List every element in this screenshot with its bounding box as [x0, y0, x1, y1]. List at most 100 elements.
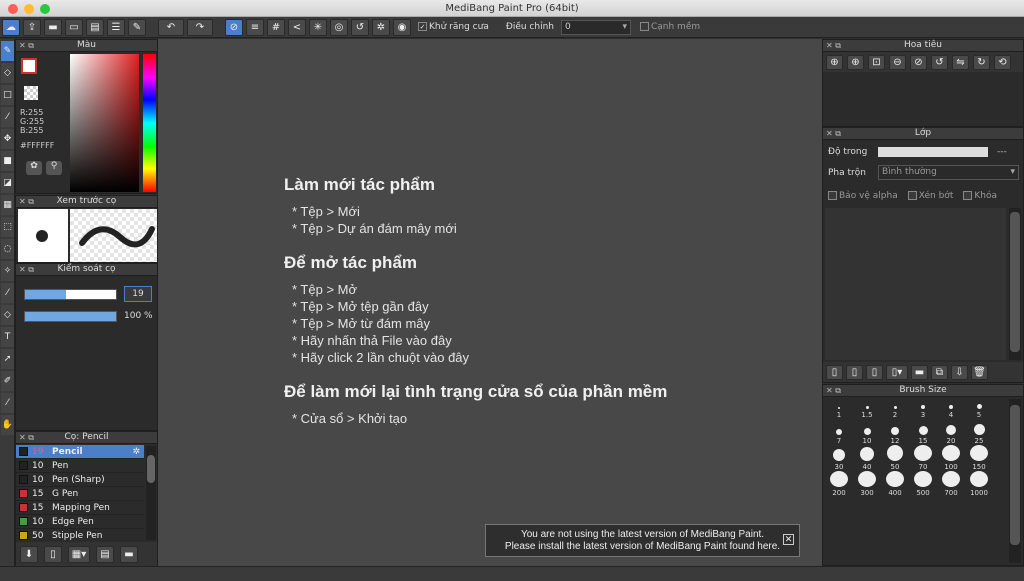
text-tool-icon[interactable]: T [1, 327, 14, 347]
brush-size-option[interactable]: 300 [853, 471, 881, 497]
new-halftone-layer-icon[interactable]: ▯ [846, 364, 863, 380]
blend-mode-select[interactable]: Bình thường [878, 165, 1019, 180]
hue-slider[interactable] [143, 54, 156, 192]
brush-size-option[interactable]: 15 [909, 419, 937, 445]
zoom-reset-icon[interactable]: ⊘ [910, 54, 927, 70]
fit-window-icon[interactable]: ⊡ [868, 54, 885, 70]
zoom-in-icon[interactable]: ⊕ [826, 54, 843, 70]
canvas-area[interactable]: Làm mới tác phẩm * Tệp > Mới * Tệp > Dự … [158, 39, 822, 566]
grid-snap-icon[interactable]: # [267, 18, 285, 36]
checkbox-icon[interactable] [639, 22, 649, 31]
divide-tool-icon[interactable]: ✐ [1, 371, 14, 391]
zoom-fit-icon[interactable]: ⊕ [847, 54, 864, 70]
lock-toggle[interactable]: Khóa [963, 191, 997, 201]
reset-view-icon[interactable]: ⟲ [994, 54, 1011, 70]
bucket-tool-icon[interactable]: ◪ [1, 173, 14, 193]
checkbox-icon[interactable]: ✓ [418, 22, 427, 31]
brush-size-option[interactable]: 25 [965, 419, 993, 445]
edit-icon[interactable]: ✎ [128, 18, 146, 36]
delete-layer-icon[interactable]: 🗑 [971, 364, 988, 380]
duplicate-layer-icon[interactable]: ⧉ [931, 364, 948, 380]
layer-opacity-slider[interactable] [878, 147, 988, 157]
brush-list-item[interactable]: 10 Pen [16, 459, 144, 473]
zoom-out-icon[interactable]: ⊖ [889, 54, 906, 70]
saturation-value-picker[interactable] [70, 54, 139, 192]
eyedropper-tool-icon[interactable]: ⁄ [1, 393, 14, 413]
close-icon[interactable]: ✕ ⧉ [826, 385, 841, 396]
cloud-icon[interactable]: ☁ [2, 18, 20, 36]
brush-size-option[interactable]: 400 [881, 471, 909, 497]
brush-size-option[interactable]: 150 [965, 445, 993, 471]
brush-size-option[interactable]: 1 [825, 399, 853, 419]
brush-size-option[interactable]: 700 [937, 471, 965, 497]
flip-icon[interactable]: ⇋ [952, 54, 969, 70]
close-icon[interactable]: ✕ ⧉ [826, 128, 841, 139]
brush-list-item[interactable]: 15 G Pen [16, 487, 144, 501]
redo-icon[interactable]: ↷ [187, 18, 213, 36]
document-icon[interactable]: ▤ [86, 18, 104, 36]
settings-snap-icon[interactable]: ✲ [372, 18, 390, 36]
protect-alpha-toggle[interactable]: Bảo vệ alpha [828, 191, 898, 201]
update-notice[interactable]: You are not using the latest version of … [485, 524, 800, 557]
close-icon[interactable]: ✕ ⧉ [19, 40, 34, 51]
brush-tool-icon[interactable]: ⁄ [1, 107, 14, 127]
select-eraser-tool-icon[interactable]: ◇ [1, 305, 14, 325]
brush-size-option[interactable]: 70 [909, 445, 937, 471]
lasso-tool-icon[interactable]: ◌ [1, 239, 14, 259]
rectangle-tool-icon[interactable]: □ [1, 85, 14, 105]
select-tool-icon[interactable]: ⬚ [1, 217, 14, 237]
concentric-snap-icon[interactable]: ◎ [330, 18, 348, 36]
close-icon[interactable]: ✕ ⧉ [826, 40, 841, 51]
download-brush-icon[interactable]: ⬇ [20, 545, 38, 563]
add-brush-menu-icon[interactable]: ▦▾ [68, 545, 90, 563]
brush-settings-icon[interactable]: ✲ [132, 447, 140, 457]
eraser-tool-icon[interactable]: ◇ [1, 63, 14, 83]
brush-list-scrollbar[interactable] [146, 446, 156, 540]
brush-list-item[interactable]: 15 Mapping Pen [16, 501, 144, 515]
brush-list-item[interactable]: 50 Stipple Pen [16, 529, 144, 541]
layer-list[interactable] [825, 208, 1006, 360]
add-layer-menu-icon[interactable]: ▯▾ [886, 364, 908, 380]
undo-icon[interactable]: ↶ [158, 18, 184, 36]
brush-size-option[interactable]: 3 [909, 399, 937, 419]
snap-off-icon[interactable]: ⊘ [225, 18, 243, 36]
brush-list-item[interactable]: 10 Edge Pen [16, 515, 144, 529]
layer-folder-icon[interactable]: ▬ [911, 364, 928, 380]
antialias-toggle[interactable]: ✓ Khử răng cưa [418, 22, 489, 32]
rotate-left-icon[interactable]: ↺ [931, 54, 948, 70]
circle-snap-icon[interactable]: ◉ [393, 18, 411, 36]
hand-tool-icon[interactable]: ✋ [1, 415, 14, 435]
brush-size-option[interactable]: 2 [881, 399, 909, 419]
brush-list-item[interactable]: 10 Pen (Sharp) [16, 473, 144, 487]
close-icon[interactable]: ✕ ⧉ [19, 196, 34, 207]
radial-snap-icon[interactable]: ✳ [309, 18, 327, 36]
brush-size-option[interactable]: 4 [937, 399, 965, 419]
brush-size-option[interactable]: 1.5 [853, 399, 881, 419]
brush-size-option[interactable]: 5 [965, 399, 993, 419]
brush-size-scrollbar[interactable] [1009, 399, 1021, 563]
brush-size-option[interactable]: 100 [937, 445, 965, 471]
palette-icon[interactable]: ✿ [26, 161, 42, 175]
layer-list-scrollbar[interactable] [1009, 208, 1021, 360]
new-brush-icon[interactable]: ▯ [44, 545, 62, 563]
brush-opacity-slider[interactable] [24, 311, 117, 322]
brush-size-slider[interactable] [24, 289, 117, 300]
clipping-toggle[interactable]: Xén bớt [907, 191, 953, 201]
magic-wand-tool-icon[interactable]: ✧ [1, 261, 14, 281]
brush-size-option[interactable]: 10 [853, 419, 881, 445]
brush-size-option[interactable]: 30 [825, 445, 853, 471]
brush-size-option[interactable]: 7 [825, 419, 853, 445]
operation-tool-icon[interactable]: ➚ [1, 349, 14, 369]
chat-icon[interactable]: ▭ [65, 18, 83, 36]
select-pen-tool-icon[interactable]: ⁄ [1, 283, 14, 303]
rotate-right-icon[interactable]: ↻ [973, 54, 990, 70]
curve-snap-icon[interactable]: ↺ [351, 18, 369, 36]
minimize-window-button[interactable] [24, 4, 34, 14]
brush-size-option[interactable]: 40 [853, 445, 881, 471]
perspective-snap-icon[interactable]: < [288, 18, 306, 36]
merge-layer-icon[interactable]: ⇩ [951, 364, 968, 380]
correction-select[interactable]: 0 [560, 19, 631, 35]
eyedropper-icon[interactable]: ⚲ [46, 161, 62, 175]
background-color-swatch[interactable] [24, 86, 38, 100]
new-layer-icon[interactable]: ▯ [826, 364, 843, 380]
